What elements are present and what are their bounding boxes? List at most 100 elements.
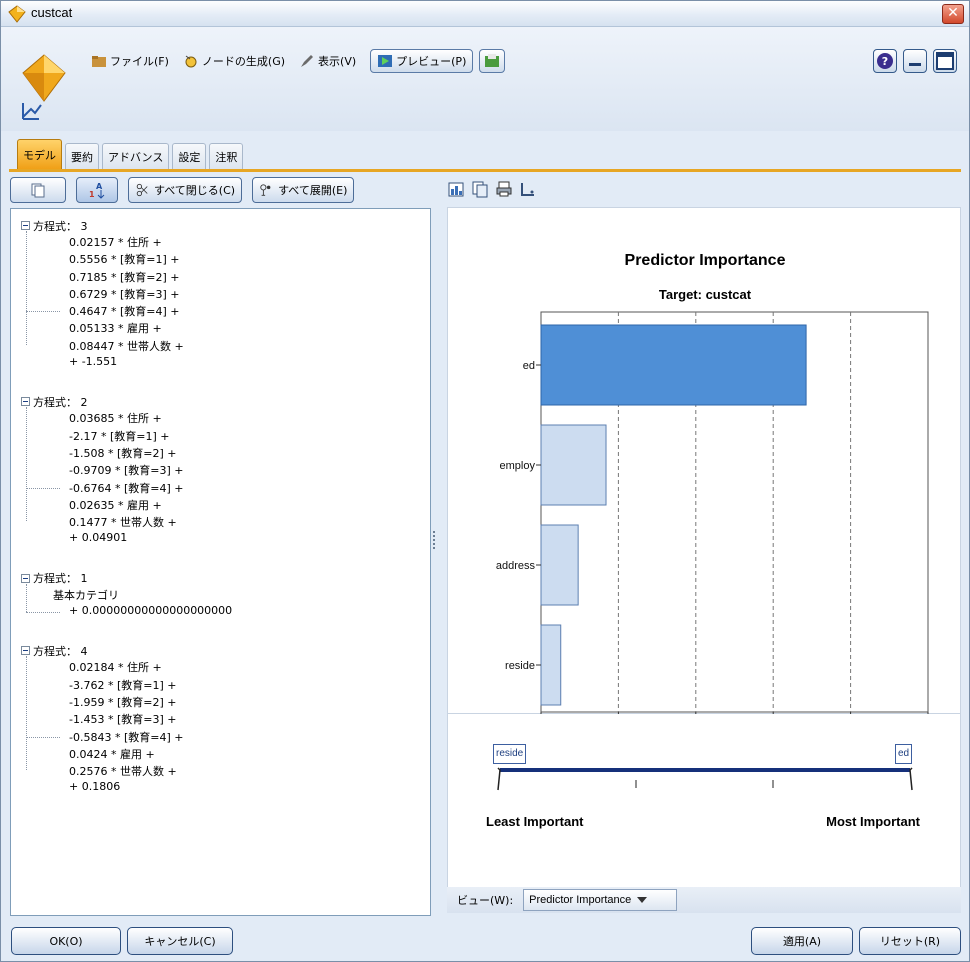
slider-min-handle[interactable]	[497, 767, 501, 791]
slider-max-label: ed	[895, 744, 913, 764]
export-button[interactable]	[479, 49, 506, 73]
main-toolbar: ファイル(F) ノードの生成(G) 表示(V) プレビュー(P)	[91, 48, 511, 74]
equation-term: -1.508 * [教育=2] +	[69, 446, 177, 460]
cancel-button[interactable]: キャンセル(C)	[127, 927, 233, 955]
equation-group: 方程式： 1 基本カテゴリ + 0.00000000000000000000	[21, 570, 232, 622]
bar-reside	[540, 624, 562, 706]
equation-header[interactable]: 方程式： 1	[21, 570, 232, 587]
collapse-all-button[interactable]: すべて閉じる(C)	[128, 177, 243, 203]
chart-edit-icon[interactable]	[447, 180, 465, 198]
dropdown-arrow-icon	[637, 897, 648, 903]
equation-group: 方程式： 4 0.02184 * 住所 + -3.762 * [教育=1] + …	[21, 642, 232, 797]
help-button[interactable]: ?	[873, 49, 897, 73]
reset-button[interactable]: リセット(R)	[859, 927, 961, 955]
minimize-icon	[909, 63, 921, 66]
chart-pane-lower: reside ed Least Important Most Important	[447, 714, 961, 887]
preview-button[interactable]: プレビュー(P)	[370, 49, 474, 73]
equation-term: 0.1477 * 世帯人数 +	[69, 516, 177, 530]
sort-button[interactable]: 1A	[76, 177, 118, 203]
dialog-window: custcat ✕ ファイル(F) ノードの生成(G) 表示(V) プレビュー(…	[0, 0, 970, 962]
view-label: ビュー(W):	[457, 894, 514, 907]
view-selector-bar: ビュー(W): Predictor Importance	[447, 887, 961, 913]
left-toolbar: 1A すべて閉じる(C) すべて展開(E)	[10, 175, 430, 205]
title-bar[interactable]: custcat ✕	[1, 1, 969, 27]
expand-all-label: すべて展開(E)	[278, 184, 348, 197]
view-menu-label: 表示(V)	[318, 55, 357, 68]
view-pencil-icon	[301, 55, 314, 67]
collapse-icon	[136, 183, 148, 197]
collapse-toggle-icon[interactable]	[21, 646, 30, 656]
slider-max-handle[interactable]	[909, 767, 913, 791]
equation-term: -3.762 * [教育=1] +	[69, 678, 177, 692]
importance-slider[interactable]	[448, 762, 962, 798]
equation-term: 基本カテゴリ	[53, 588, 119, 602]
equation-term: 0.02635 * 雇用 +	[69, 498, 162, 512]
equation-term: 0.05133 * 雇用 +	[69, 322, 162, 336]
minimize-button[interactable]	[903, 49, 927, 73]
close-button[interactable]: ✕	[942, 4, 964, 24]
equation-term: + 0.04901	[69, 531, 128, 545]
tab-summary[interactable]: 要約	[65, 143, 99, 169]
copy-chart-icon[interactable]	[471, 180, 489, 198]
collapse-toggle-icon[interactable]	[21, 397, 30, 407]
tab-model[interactable]: モデル	[17, 139, 62, 169]
collapse-toggle-icon[interactable]	[21, 221, 30, 230]
view-dropdown-value: Predictor Importance	[529, 894, 632, 906]
window-title: custcat	[31, 5, 73, 20]
expand-all-button[interactable]: すべて展開(E)	[252, 177, 355, 203]
tab-bar: モデル 要約 アドバンス 設定 注釈	[17, 139, 246, 169]
equation-term: -1.453 * [教育=3] +	[69, 713, 177, 727]
equation-term: 0.03685 * 住所 +	[69, 412, 162, 426]
apply-button[interactable]: 適用(A)	[751, 927, 853, 955]
generate-menu[interactable]: ノードの生成(G)	[183, 53, 285, 69]
y-tick-label: employ	[500, 460, 536, 472]
y-tick-label: address	[496, 560, 536, 572]
tab-settings[interactable]: 設定	[172, 143, 207, 169]
expand-icon	[260, 184, 271, 196]
equation-tree: 方程式： 3 0.02157 * 住所 + 0.5556 * [教育=1] + …	[21, 217, 232, 819]
help-icon: ?	[877, 53, 893, 69]
tab-advanced[interactable]: アドバンス	[102, 143, 170, 169]
equation-title: 方程式： 3	[33, 219, 88, 233]
maximize-button[interactable]	[933, 49, 957, 73]
splitter-handle[interactable]	[433, 531, 436, 549]
header: ファイル(F) ノードの生成(G) 表示(V) プレビュー(P) ?	[1, 27, 969, 131]
equation-term: 0.08447 * 世帯人数 +	[69, 339, 184, 353]
equation-term: 0.7185 * [教育=2] +	[69, 270, 180, 284]
equation-term: 0.2576 * 世帯人数 +	[69, 765, 177, 779]
file-menu-label: ファイル(F)	[110, 55, 169, 68]
equation-term: 0.5556 * [教育=1] +	[69, 253, 180, 267]
equation-header[interactable]: 方程式： 2	[21, 393, 232, 410]
copy-button[interactable]	[10, 177, 66, 203]
file-menu[interactable]: ファイル(F)	[91, 53, 169, 69]
generate-node-icon	[185, 55, 197, 68]
y-tick-label: reside	[505, 660, 535, 672]
least-important-label: Least Important	[486, 814, 584, 829]
equation-tree-pane[interactable]: 方程式： 3 0.02157 * 住所 + 0.5556 * [教育=1] + …	[10, 208, 431, 916]
equation-term: 0.02184 * 住所 +	[69, 661, 162, 675]
tab-annotations[interactable]: 注釈	[209, 143, 244, 169]
equation-title: 方程式： 4	[33, 644, 88, 658]
view-dropdown[interactable]: Predictor Importance	[523, 889, 678, 911]
sort-ascending-icon: 1A	[89, 182, 105, 199]
slider-min-label: reside	[493, 744, 527, 764]
equation-group: 方程式： 2 0.03685 * 住所 + -2.17 * [教育=1] + -…	[21, 393, 232, 548]
equation-term: -0.6764 * [教育=4] +	[21, 480, 232, 497]
y-tick-label: ed	[523, 360, 535, 372]
preview-label: プレビュー(P)	[396, 55, 467, 68]
bar-ed	[540, 324, 807, 406]
collapse-toggle-icon[interactable]	[21, 573, 30, 583]
chart-options-icon[interactable]	[519, 180, 537, 198]
equation-term: 0.02157 * 住所 +	[69, 236, 162, 249]
equation-term: + -1.551	[69, 355, 118, 369]
equation-header[interactable]: 方程式： 3	[21, 217, 232, 234]
generate-menu-label: ノードの生成(G)	[201, 55, 286, 68]
view-menu[interactable]: 表示(V)	[299, 53, 356, 69]
equation-term: + 0.00000000000000000000	[21, 604, 232, 621]
equation-header[interactable]: 方程式： 4	[21, 642, 232, 659]
preview-icon	[378, 55, 393, 67]
tab-strip	[9, 169, 961, 172]
print-icon[interactable]	[495, 180, 513, 198]
ok-button[interactable]: OK(O)	[11, 927, 121, 955]
export-icon	[485, 54, 500, 67]
